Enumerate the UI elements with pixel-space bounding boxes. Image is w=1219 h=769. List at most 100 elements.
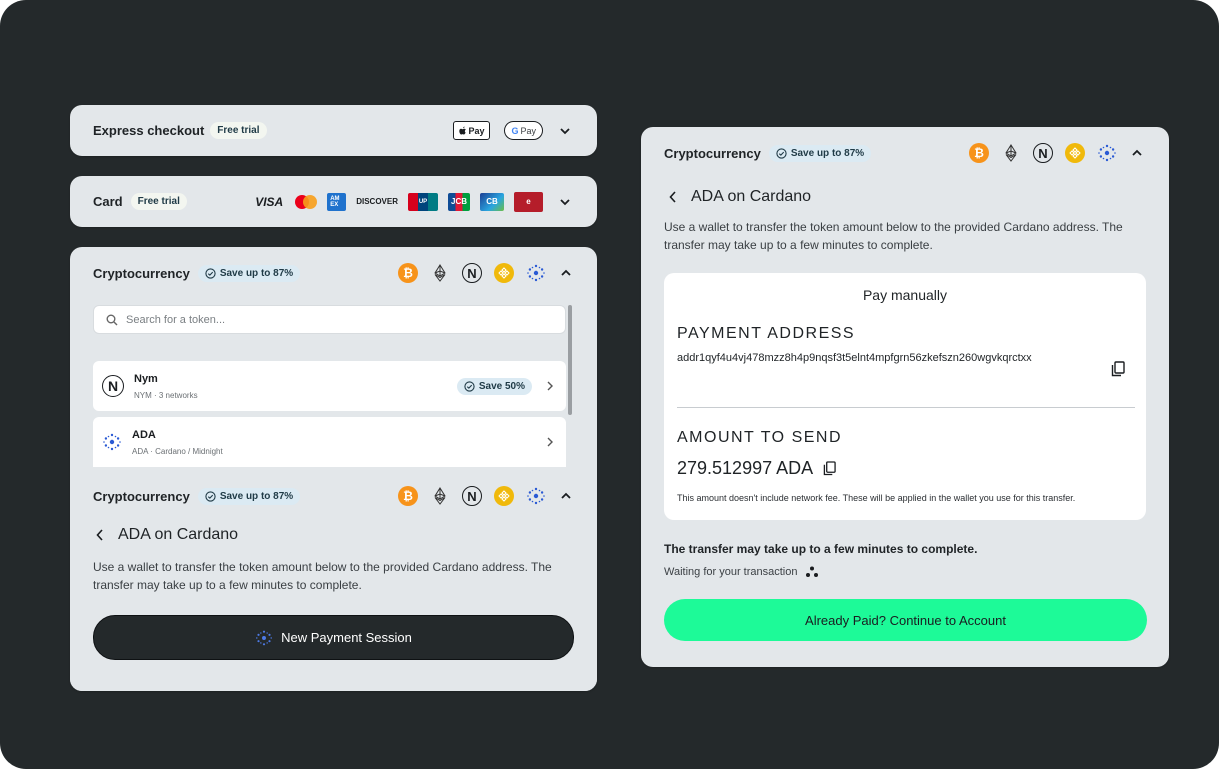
unionpay-icon: UP [408, 192, 438, 211]
chevron-right-icon [547, 437, 553, 447]
chevron-up-icon[interactable] [558, 265, 574, 281]
ethereum-icon [1001, 143, 1021, 163]
elo-icon: e [514, 191, 543, 212]
crypto-panel-right: Cryptocurrency Save up to 87% ₿ N ADA on… [641, 127, 1169, 667]
chevron-up-icon[interactable] [1129, 145, 1145, 161]
google-pay-icon: G Pay [504, 121, 543, 140]
discover-icon: DISCOVER [356, 197, 398, 206]
crypto-section-overlay: Cryptocurrency Save up to 87% ₿ N ADA on… [70, 470, 597, 691]
express-checkout-panel[interactable]: Express checkout Free trial Pay G Pay [70, 105, 597, 156]
save-badge: Save up to 87% [197, 264, 301, 282]
google-pay-label: Pay [520, 125, 536, 136]
token-search[interactable]: Search for a token... [93, 305, 566, 334]
status-text: Waiting for your transaction [664, 566, 798, 578]
apple-pay-label: Pay [468, 125, 485, 136]
back-heading[interactable]: ADA on Cardano [669, 188, 811, 206]
nym-icon: N [462, 263, 482, 283]
save-badge-label: Save up to 87% [219, 267, 294, 279]
crypto-title: Cryptocurrency [664, 145, 761, 161]
new-payment-session-button[interactable]: New Payment Session [93, 615, 574, 660]
fee-note: This amount doesn't include network fee.… [677, 493, 1076, 503]
save-badge: Save 50% [456, 377, 532, 395]
crypto-title: Cryptocurrency [93, 265, 190, 281]
app-frame: Express checkout Free trial Pay G Pay Car… [0, 0, 1219, 769]
chevron-left-icon [96, 529, 103, 541]
save-badge: Save up to 87% [768, 144, 872, 162]
crypto-title: Cryptocurrency [93, 488, 190, 504]
save-badge-label: Save up to 87% [790, 147, 865, 159]
search-input[interactable]: Search for a token... [126, 314, 225, 326]
crypto-panel-left: Cryptocurrency Save up to 87% ₿ N Search… [70, 247, 597, 691]
divider [677, 407, 1135, 408]
page-title: ADA on Cardano [691, 188, 812, 205]
new-payment-session-label: New Payment Session [281, 630, 412, 645]
check-badge-icon [776, 147, 787, 159]
loading-dots-icon [806, 566, 819, 577]
back-heading[interactable]: ADA on Cardano [96, 526, 238, 544]
bitcoin-icon: ₿ [398, 263, 418, 283]
card-panel[interactable]: Card Free trial VISA AM EX DISCOVER UP J… [70, 176, 597, 227]
list-item[interactable]: ADA ADA · Cardano / Midnight [93, 417, 566, 467]
cardano-icon [102, 432, 122, 452]
save-badge-label: Save up to 87% [219, 490, 294, 502]
payment-address-value: addr1qyf4u4vj478mzz8h4p9nqsf3t5elnt4mpfg… [677, 352, 1032, 364]
check-badge-icon [464, 380, 475, 392]
copy-icon[interactable] [1111, 361, 1125, 377]
jcb-icon: JCB [448, 192, 470, 211]
description: Use a wallet to transfer the token amoun… [93, 560, 552, 592]
list-item[interactable]: N Nym NYM · 3 networks Save 50% [93, 361, 566, 411]
token-name: ADA [132, 428, 156, 441]
chevron-down-icon[interactable] [557, 194, 573, 210]
bitcoin-icon: ₿ [398, 486, 418, 506]
card-title: Card [93, 194, 123, 209]
token-sub: NYM · 3 networks [134, 390, 198, 400]
pay-manually-title: Pay manually [862, 287, 948, 303]
scrollbar[interactable] [568, 305, 572, 415]
cardano-icon [256, 630, 273, 645]
mastercard-icon [295, 194, 318, 209]
crypto-header[interactable]: Cryptocurrency Save up to 87% ₿ N [93, 261, 574, 285]
description: Use a wallet to transfer the token amoun… [664, 220, 1123, 252]
visa-icon: VISA [255, 194, 284, 209]
chevron-left-icon [669, 191, 676, 203]
save-badge-label: Save 50% [478, 380, 525, 392]
crypto-header[interactable]: Cryptocurrency Save up to 87% ₿ N [93, 484, 574, 508]
free-trial-badge: Free trial [130, 193, 187, 210]
nym-icon: N [462, 486, 482, 506]
search-icon [106, 314, 118, 325]
amount-label: AMOUNT TO SEND [677, 429, 843, 446]
token-sub: ADA · Cardano / Midnight [132, 446, 223, 456]
cardano-icon [526, 486, 546, 506]
check-badge-icon [205, 490, 216, 502]
bnb-icon [494, 486, 514, 506]
ethereum-icon [430, 486, 450, 506]
page-title: ADA on Cardano [118, 526, 239, 543]
amount-value: 279.512997 ADA [677, 458, 814, 478]
cardano-icon [526, 263, 546, 283]
bnb-icon [494, 263, 514, 283]
apple-pay-icon: Pay [453, 121, 491, 140]
cardano-icon [1097, 143, 1117, 163]
bitcoin-icon: ₿ [969, 143, 989, 163]
copy-icon[interactable] [823, 461, 836, 476]
save-badge: Save up to 87% [197, 487, 301, 505]
amex-icon: AM EX [327, 192, 347, 211]
status-title: The transfer may take up to a few minute… [664, 542, 978, 556]
token-name: Nym [134, 372, 158, 385]
express-checkout-title: Express checkout [93, 123, 205, 138]
chevron-right-icon [547, 381, 553, 391]
crypto-header[interactable]: Cryptocurrency Save up to 87% ₿ N [664, 141, 1145, 165]
free-trial-badge: Free trial [210, 122, 267, 139]
cartes-bancaires-icon: CB [480, 192, 504, 211]
chevron-down-icon[interactable] [557, 123, 573, 139]
already-paid-button[interactable]: Already Paid? Continue to Account [664, 599, 1147, 641]
ethereum-icon [430, 263, 450, 283]
chevron-up-icon[interactable] [558, 488, 574, 504]
pay-manually-box: Pay manually PAYMENT ADDRESS addr1qyf4u4… [664, 273, 1146, 520]
check-badge-icon [205, 267, 216, 279]
already-paid-label: Already Paid? Continue to Account [805, 612, 1006, 628]
bnb-icon [1065, 143, 1085, 163]
payment-address-label: PAYMENT ADDRESS [677, 325, 856, 342]
nym-icon: N [102, 375, 124, 397]
nym-icon: N [1033, 143, 1053, 163]
